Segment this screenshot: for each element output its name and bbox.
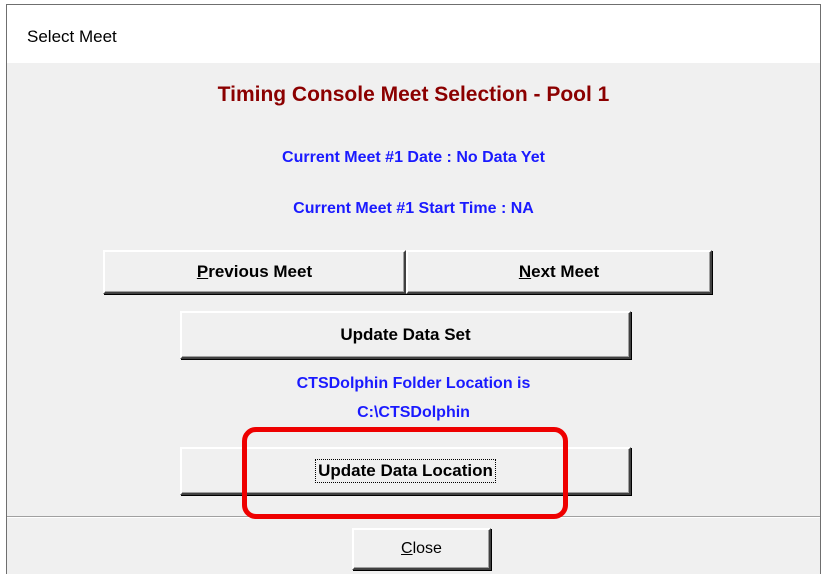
close-button[interactable]: Close bbox=[352, 528, 491, 570]
dialog-heading: Timing Console Meet Selection - Pool 1 bbox=[217, 83, 610, 106]
close-label-rest: lose bbox=[412, 540, 442, 557]
dialog-body: Timing Console Meet Selection - Pool 1 C… bbox=[7, 63, 820, 574]
update-data-location-label: Update Data Location bbox=[315, 459, 496, 483]
next-meet-label: Next Meet bbox=[519, 262, 599, 282]
title-bar: Select Meet bbox=[7, 5, 820, 63]
current-meet-start-time-label: Current Meet #1 Start Time : NA bbox=[293, 200, 534, 217]
close-label: Close bbox=[401, 540, 442, 558]
next-meet-mnemonic: N bbox=[518, 262, 532, 281]
next-meet-button[interactable]: Next Meet bbox=[406, 250, 712, 294]
footer-separator bbox=[7, 516, 820, 518]
current-meet-date-label: Current Meet #1 Date : No Data Yet bbox=[282, 149, 545, 166]
previous-meet-button[interactable]: Previous Meet bbox=[103, 250, 406, 294]
previous-meet-label-rest: revious Meet bbox=[208, 262, 313, 281]
window-title: Select Meet bbox=[27, 27, 117, 46]
next-meet-label-rest: ext Meet bbox=[531, 262, 600, 281]
previous-meet-label: Previous Meet bbox=[197, 262, 312, 282]
select-meet-window: Select Meet Timing Console Meet Selectio… bbox=[6, 4, 821, 574]
folder-location-path: C:\CTSDolphin bbox=[357, 404, 470, 421]
folder-location-label: CTSDolphin Folder Location is bbox=[296, 375, 531, 392]
update-data-set-label: Update Data Set bbox=[340, 325, 471, 344]
update-data-location-button[interactable]: Update Data Location bbox=[180, 447, 631, 495]
previous-meet-mnemonic: P bbox=[196, 262, 209, 281]
close-mnemonic: C bbox=[401, 540, 413, 557]
update-data-set-button[interactable]: Update Data Set bbox=[180, 311, 631, 359]
